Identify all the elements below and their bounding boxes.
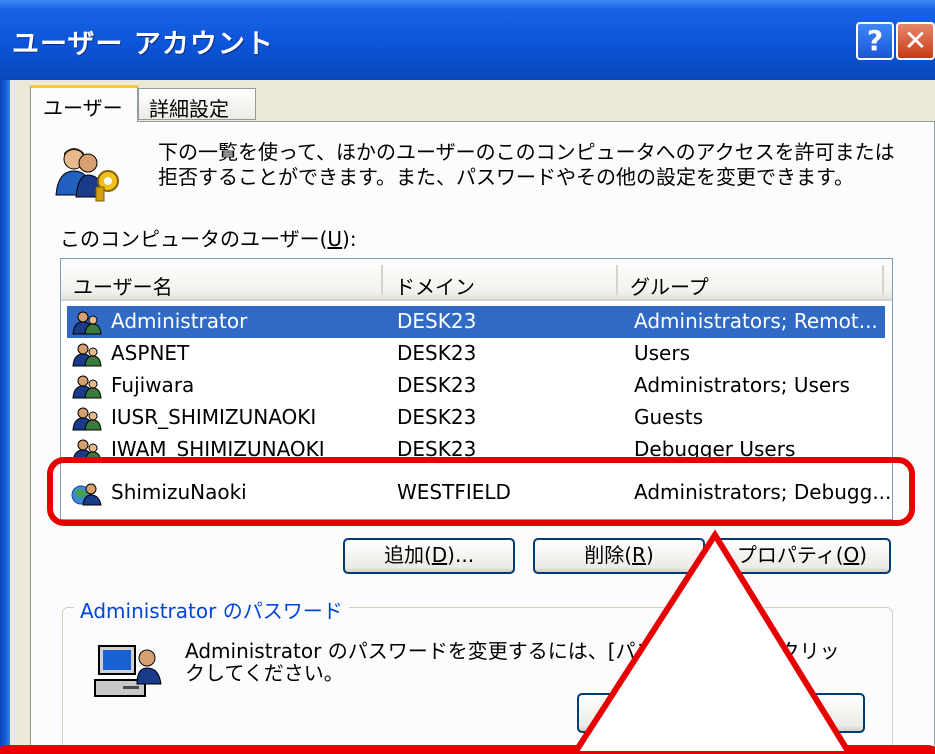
table-row[interactable]: Fujiwara DESK23 Administrators; Users	[67, 370, 885, 402]
set-password-button-label: パ	[611, 698, 631, 722]
intro-line-1: 下の一覧を使って、ほかのユーザーのこのコンピュータへのアクセスを許可または	[158, 140, 895, 164]
table-row[interactable]: IUSR_SHIMIZUNAOKI DESK23 Guests	[67, 402, 885, 434]
column-header-filler	[884, 259, 892, 301]
help-button[interactable]: ?	[856, 22, 894, 60]
user-icon	[72, 439, 102, 463]
tab-users-label: ユーザー	[43, 96, 123, 120]
users-list-label-text: このコンピュータのユーザー(	[60, 227, 328, 251]
user-icon	[72, 375, 102, 399]
table-row[interactable]: IWAM_SHIMIZUNAOKI DESK23 Debugger Users	[67, 434, 885, 466]
remove-button[interactable]: 削除(R)	[533, 538, 705, 574]
intro-line-2: 拒否することができます。また、パスワードやその他の設定を変更できます。	[158, 165, 854, 189]
password-description: Administrator のパスワードを変更するには、[パス ] をクリッ クし…	[185, 640, 885, 684]
close-icon: ✕	[903, 24, 928, 57]
properties-button[interactable]: プロパティ(O)	[713, 538, 891, 574]
properties-button-label-end: )	[859, 543, 868, 567]
cell-group: Users	[634, 341, 691, 365]
cell-username: Administrator	[111, 309, 248, 333]
cell-domain: WESTFIELD	[397, 480, 511, 504]
table-row[interactable]: Administrator DESK23 Administrators; Rem…	[67, 306, 885, 338]
table-row[interactable]: ShimizuNaoki WESTFIELD Administrators; D…	[67, 477, 891, 509]
window-title: ユーザー アカウント	[12, 29, 274, 60]
tab-users[interactable]: ユーザー	[30, 85, 138, 122]
remove-button-accesskey: R	[632, 543, 646, 567]
intro-text: 下の一覧を使って、ほかのユーザーのこのコンピュータへのアクセスを許可または 拒否…	[158, 140, 898, 190]
user-icon	[71, 483, 102, 506]
user-icon	[72, 311, 102, 335]
users-listview[interactable]: ユーザー名 ドメイン グループ Administrator DESK23 Adm…	[60, 258, 893, 520]
password-description-line-1: Administrator のパスワードを変更するには、[パス ] をクリッ	[185, 640, 885, 662]
password-description-part-2: ] をクリッ	[745, 639, 840, 663]
password-group-title: Administrator のパスワード	[74, 595, 349, 624]
computer-user-icon	[94, 645, 162, 697]
cell-domain: DESK23	[397, 309, 477, 333]
column-header-username-label: ユーザー名	[73, 275, 173, 299]
column-header-domain-label: ドメイン	[395, 275, 475, 299]
cell-group: Administrators; Debugg...	[634, 480, 892, 504]
user-icon	[72, 343, 102, 367]
cell-username: ShimizuNaoki	[111, 480, 247, 504]
tab-advanced-label: 詳細設定	[149, 97, 229, 121]
add-button-label-end: )...	[447, 543, 475, 567]
set-password-button[interactable]: パ	[577, 693, 865, 733]
column-header-username[interactable]: ユーザー名	[61, 259, 383, 301]
cell-group: Administrators; Users	[634, 373, 850, 397]
cell-domain: DESK23	[397, 373, 477, 397]
help-icon: ?	[866, 24, 884, 57]
close-button[interactable]: ✕	[896, 22, 935, 60]
password-description-line-2: クしてください。	[185, 661, 344, 685]
remove-button-label: 削除(	[584, 543, 633, 567]
cell-group: Debugger Users	[634, 437, 796, 461]
cell-username: ASPNET	[111, 341, 190, 365]
column-header-group-label: グループ	[630, 275, 709, 299]
column-header-group[interactable]: グループ	[618, 259, 884, 301]
column-header-domain[interactable]: ドメイン	[383, 259, 618, 301]
users-list-label-end: ):	[342, 227, 357, 251]
remove-button-label-end: )	[645, 543, 654, 567]
users-list-label: このコンピュータのユーザー(U):	[60, 223, 357, 252]
add-button[interactable]: 追加(D)...	[343, 538, 515, 574]
add-button-label: 追加(	[383, 543, 432, 567]
cell-domain: DESK23	[397, 437, 477, 461]
users-key-icon	[55, 148, 119, 202]
properties-button-accesskey: O	[843, 543, 860, 567]
cell-username: IUSR_SHIMIZUNAOKI	[111, 405, 317, 429]
cell-username: Fujiwara	[111, 373, 195, 397]
window-border	[0, 80, 10, 754]
user-icon	[72, 407, 102, 431]
cell-group: Administrators; Remot...	[634, 309, 878, 333]
properties-button-label: プロパティ(	[736, 543, 844, 567]
cell-group: Guests	[634, 405, 704, 429]
tab-advanced[interactable]: 詳細設定	[138, 88, 256, 121]
cell-domain: DESK23	[397, 341, 477, 365]
table-row[interactable]: ASPNET DESK23 Users	[67, 338, 885, 370]
users-list-label-accesskey: U	[327, 227, 343, 251]
password-description-part-1: Administrator のパスワードを変更するには、[パス	[185, 639, 656, 663]
add-button-accesskey: D	[431, 543, 448, 567]
cell-domain: DESK23	[397, 405, 477, 429]
cell-username: IWAM_SHIMIZUNAOKI	[111, 437, 325, 461]
title-bar: ユーザー アカウント ? ✕	[0, 0, 935, 80]
